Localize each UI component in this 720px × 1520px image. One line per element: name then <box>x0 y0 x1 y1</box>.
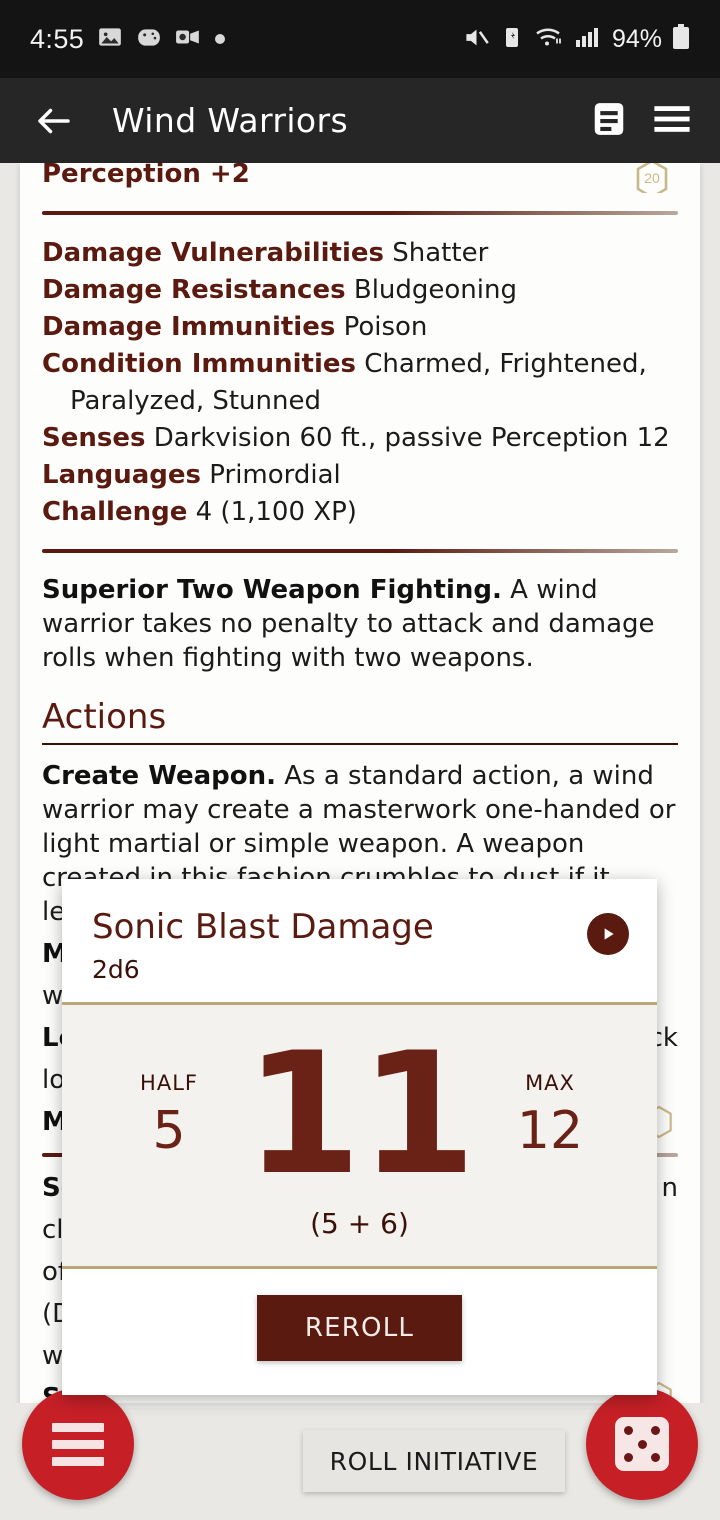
trait-senses: Senses Darkvision 60 ft., passive Percep… <box>42 420 678 457</box>
trait-label: Damage Resistances <box>42 275 346 305</box>
trait-label: Languages <box>42 460 202 490</box>
list-menu-fab[interactable] <box>22 1388 134 1500</box>
max-value: 12 <box>516 1101 584 1161</box>
battery-saver-icon <box>500 25 524 53</box>
trait-challenge: Challenge 4 (1,100 XP) <box>42 494 678 531</box>
game-controller-icon <box>136 24 162 54</box>
feature-name: Superior Two Weapon Fighting. <box>42 575 502 605</box>
trait-label: Damage Vulnerabilities <box>42 238 384 268</box>
actions-divider <box>42 743 678 745</box>
mute-icon <box>463 24 490 55</box>
half-caption: HALF <box>140 1071 198 1095</box>
roll-breakdown: (5 + 6) <box>310 1207 409 1240</box>
trait-value: Charmed, Frightened, <box>364 349 647 379</box>
trait-damage-resistances: Damage Resistances Bludgeoning <box>42 272 678 309</box>
clipped-perception-text: Perception +2 <box>42 163 250 189</box>
clipped-perception-row: Perception +2 20 <box>42 163 678 193</box>
app-bar-actions <box>590 100 692 142</box>
dialog-title: Sonic Blast Damage <box>92 907 434 947</box>
half-value-group: HALF 5 <box>104 1071 234 1157</box>
back-button[interactable] <box>12 79 96 163</box>
max-value-group: MAX 12 <box>485 1071 615 1157</box>
roll-values-row: HALF 5 11 MAX 12 <box>62 1016 657 1212</box>
trait-label: Challenge <box>42 497 188 527</box>
trait-label: Damage Immunities <box>42 312 336 342</box>
dice-roller-fab[interactable] <box>586 1388 698 1500</box>
obscured-fragment: cl <box>42 1215 64 1245</box>
actions-heading: Actions <box>42 697 167 737</box>
trait-condition-immunities: Condition Immunities Charmed, Frightened… <box>42 346 678 420</box>
dialog-header: Sonic Blast Damage 2d6 <box>62 879 657 1002</box>
reroll-button[interactable]: REROLL <box>256 1295 463 1361</box>
list-menu-icon <box>52 1422 104 1466</box>
trait-damage-immunities: Damage Immunities Poison <box>42 309 678 346</box>
status-clock: 4:55 <box>30 23 85 54</box>
trait-label: Senses <box>42 423 146 453</box>
statblock-divider-mid <box>42 549 678 553</box>
battery-icon <box>672 24 690 54</box>
half-value: 5 <box>152 1101 186 1161</box>
wifi-icon <box>534 24 564 55</box>
dialog-body: HALF 5 11 MAX 12 (5 + 6) <box>62 1005 657 1266</box>
dot-icon <box>214 30 226 49</box>
trait-value: Primordial <box>209 460 341 490</box>
app-bar: Wind Warriors <box>0 78 720 163</box>
roll-result-dialog: Sonic Blast Damage 2d6 HALF 5 11 MAX 12 … <box>62 879 657 1395</box>
trait-label: Condition Immunities <box>42 349 356 379</box>
dice-icon <box>615 1417 669 1471</box>
action-name: Create Weapon. <box>42 761 276 791</box>
cellular-signal-icon <box>574 25 600 53</box>
trait-value: Shatter <box>392 238 489 268</box>
roll-initiative-button[interactable]: ROLL INITIATIVE <box>303 1430 565 1492</box>
trait-languages: Languages Primordial <box>42 457 678 494</box>
obscured-fragment: w <box>42 981 64 1011</box>
dialog-formula: 2d6 <box>92 955 140 984</box>
status-bar: 4:55 94% <box>0 0 720 78</box>
trait-value: Bludgeoning <box>353 275 517 305</box>
page-title: Wind Warriors <box>112 101 349 140</box>
trait-damage-vulnerabilities: Damage Vulnerabilities Shatter <box>42 235 678 272</box>
obscured-fragment: w <box>42 1341 64 1371</box>
photos-icon <box>97 24 123 54</box>
menu-icon[interactable] <box>652 103 692 139</box>
trait-value: 4 (1,100 XP) <box>195 497 357 527</box>
trait-value: Poison <box>343 312 428 342</box>
obscured-fragment-right: n <box>661 1173 678 1203</box>
svg-text:20: 20 <box>644 170 660 186</box>
status-bar-right: 94% <box>463 24 690 55</box>
status-bar-left: 4:55 <box>30 24 226 55</box>
clipped-perception-line: Perception +2 <box>42 163 250 193</box>
app-screen: 4:55 94% Wind Warriors Perception +2 20 … <box>0 0 720 1520</box>
d20-badge-icon[interactable]: 20 <box>634 163 670 193</box>
trait-value: Darkvision 60 ft., passive Perception 12 <box>153 423 670 453</box>
notes-icon[interactable] <box>590 100 628 142</box>
battery-percent-label: 94% <box>611 24 662 53</box>
max-caption: MAX <box>525 1071 575 1095</box>
statblock-divider-top <box>42 211 678 215</box>
dialog-footer: REROLL <box>62 1269 657 1395</box>
outlook-video-icon <box>175 24 201 54</box>
play-icon[interactable] <box>587 913 629 955</box>
trait-value-continued: Paralyzed, Stunned <box>70 386 321 416</box>
feature-superior-two-weapon-fighting: Superior Two Weapon Fighting. A wind war… <box>42 573 678 675</box>
roll-total: 11 <box>244 1016 477 1212</box>
